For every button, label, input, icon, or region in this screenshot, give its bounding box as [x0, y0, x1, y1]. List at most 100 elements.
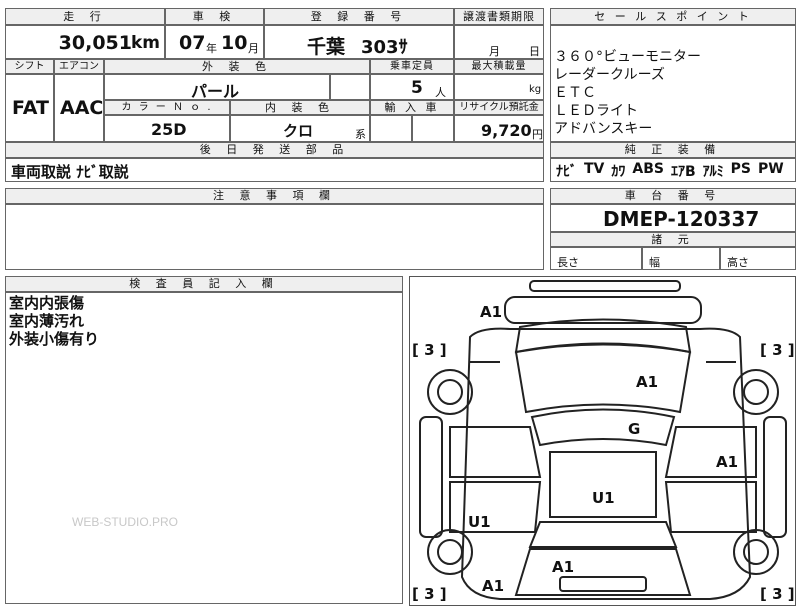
- mark-rear-center: A1: [552, 558, 574, 576]
- int-color-suffix: 系: [355, 128, 366, 141]
- recycle-cell: 9,720 円: [454, 115, 544, 142]
- recycle-value: 9,720: [481, 121, 532, 140]
- transfer-month-unit: 月: [489, 45, 500, 58]
- mark-windshield: G: [628, 420, 640, 438]
- import-cell-b: [412, 115, 454, 142]
- int-color-cell: クロ 系: [230, 115, 370, 142]
- sales-points: ３６０°ビューモニター レーダークルーズ ＥＴＣ ＬＥＤライト アドバンスキー: [550, 25, 796, 142]
- car-diagram: A1 A1 G A1 U1 U1 A1 A1 [ 3 ] [ 3 ] [ 3 ]…: [409, 276, 796, 606]
- inspection-year: 07: [179, 32, 206, 54]
- equipment-header: 純 正 装 備: [550, 142, 796, 158]
- width-label: 幅: [649, 256, 660, 269]
- equipment-list: ﾅﾋﾞ TV ｶﾜ ABS ｴｱB ｱﾙﾐ PS PW: [556, 161, 784, 181]
- notes-header: 注 意 事 項 欄: [5, 188, 544, 204]
- capacity-cell: 5 人: [370, 74, 454, 100]
- ext-color-cell: パール: [104, 74, 330, 101]
- transfer-header: 譲渡書類期限: [454, 8, 544, 25]
- reg-region: 千葉: [307, 36, 346, 58]
- color-no-value: 25D: [151, 120, 187, 139]
- inspector-line: 室内薄汚れ: [9, 312, 85, 330]
- height-cell: 高さ: [720, 247, 796, 270]
- capacity-unit: 人: [435, 86, 446, 99]
- tire-label: [ 3 ]: [760, 341, 795, 359]
- car-diagram-svg: A1 A1 G A1 U1 U1 A1 A1 [ 3 ] [ 3 ] [ 3 ]…: [412, 280, 795, 603]
- ext-color-extra: [330, 74, 370, 100]
- shift-cell: FAT: [5, 74, 54, 142]
- mark-hood: A1: [636, 373, 658, 391]
- width-cell: 幅: [642, 247, 720, 270]
- sales-point: ＬＥＤライト: [554, 103, 638, 119]
- month-unit: 月: [248, 42, 259, 55]
- equipment-item: ﾅﾋﾞ: [556, 164, 577, 180]
- sales-point: ＥＴＣ: [554, 85, 596, 101]
- mark-rear-left: A1: [482, 577, 504, 595]
- mark-left-rear: U1: [468, 513, 491, 531]
- equipment-item: PW: [758, 161, 784, 177]
- sales-point: ３６０°ビューモニター: [554, 49, 701, 65]
- ext-color-value: パール: [191, 82, 240, 101]
- watermark: WEB-STUDIO.PRO: [72, 515, 179, 529]
- sales-point: アドバンスキー: [554, 121, 653, 137]
- int-color-header: 内 装 色: [230, 100, 370, 115]
- mark-right-front-door: A1: [716, 453, 738, 471]
- chassis-header: 車 台 番 号: [550, 188, 796, 204]
- length-cell: 長さ: [550, 247, 642, 270]
- recycle-unit: 円: [532, 128, 543, 141]
- height-label: 高さ: [727, 256, 749, 269]
- notes-cell: [5, 204, 544, 270]
- equipment-cell: ﾅﾋﾞ TV ｶﾜ ABS ｴｱB ｱﾙﾐ PS PW: [550, 158, 796, 182]
- mark-roof: U1: [592, 489, 615, 507]
- mileage-unit: km: [130, 33, 160, 53]
- equipment-item: ｶﾜ: [611, 164, 626, 180]
- recycle-header: リサイクル預託金: [454, 100, 544, 115]
- later-parts-header: 後 日 発 送 部 品: [5, 142, 544, 158]
- tire-label: [ 3 ]: [412, 341, 447, 359]
- year-unit: 年: [206, 42, 217, 55]
- load-cell: kg: [454, 74, 544, 100]
- mark-front-top: A1: [480, 303, 502, 321]
- tire-label: [ 3 ]: [760, 585, 795, 603]
- color-no-header: カ ラ ー Ｎ ｏ .: [104, 100, 230, 115]
- load-header: 最大積載量: [454, 59, 544, 74]
- inspection-cell: 07 年 10 月: [165, 25, 264, 59]
- mileage-value: 30,051: [58, 32, 132, 54]
- equipment-item: PS: [730, 161, 751, 177]
- inspector-header: 検 査 員 記 入 欄: [5, 276, 403, 292]
- chassis-value: DMEP-120337: [603, 207, 760, 231]
- later-parts-value: 車両取説 ﾅﾋﾞ取説: [11, 163, 129, 181]
- length-label: 長さ: [557, 256, 579, 269]
- equipment-item: ｱﾙﾐ: [702, 164, 724, 180]
- equipment-item: ABS: [632, 161, 664, 177]
- import-header: 輸 入 車: [370, 100, 454, 115]
- sales-header: セ ー ル ス ポ イ ン ト: [550, 8, 796, 25]
- color-no-cell: 25D: [104, 115, 230, 142]
- inspector-line: 室内内張傷: [9, 294, 85, 312]
- int-color-value: クロ: [283, 122, 314, 140]
- transfer-cell: 月 日: [454, 25, 544, 59]
- mileage-cell: 30,051 km: [5, 25, 165, 59]
- inspection-month: 10: [221, 32, 248, 54]
- inspection-header: 車 検: [165, 8, 264, 25]
- capacity-header: 乗車定員: [370, 59, 454, 74]
- capacity-value: 5: [411, 78, 423, 98]
- dims-header: 諸 元: [550, 232, 796, 247]
- mileage-header: 走 行: [5, 8, 165, 25]
- later-parts-cell: 車両取説 ﾅﾋﾞ取説: [5, 158, 544, 182]
- ac-value: AAC: [60, 97, 104, 119]
- import-cell-a: [370, 115, 412, 142]
- ext-color-header: 外 装 色: [104, 59, 370, 74]
- equipment-item: ｴｱB: [670, 164, 696, 180]
- inspector-cell: 室内内張傷 室内薄汚れ 外装小傷有り WEB-STUDIO.PRO: [5, 292, 403, 604]
- registration-cell: 千葉 303ｻ4733: [264, 25, 454, 80]
- equipment-item: TV: [584, 161, 605, 177]
- transfer-day-unit: 日: [529, 45, 540, 58]
- shift-value: FAT: [12, 97, 49, 119]
- sales-point: レーダークルーズ: [554, 67, 665, 83]
- registration-header: 登 録 番 号: [264, 8, 454, 25]
- tire-label: [ 3 ]: [412, 585, 447, 603]
- chassis-cell: DMEP-120337: [550, 204, 796, 232]
- ac-header: エアコン: [54, 59, 104, 74]
- load-unit: kg: [529, 84, 542, 95]
- ac-cell: AAC: [54, 74, 104, 142]
- inspector-line: 外装小傷有り: [9, 330, 100, 348]
